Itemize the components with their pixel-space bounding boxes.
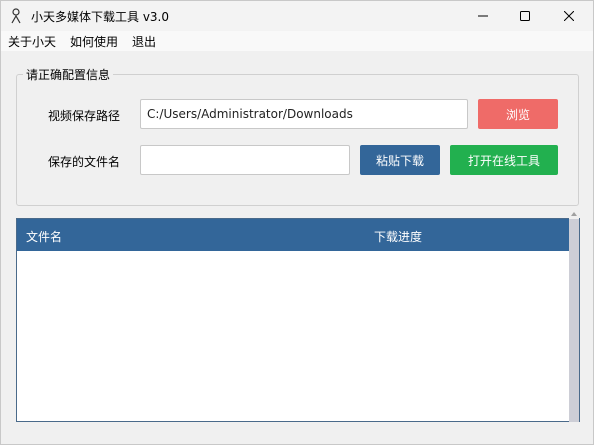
app-window: 小天多媒体下载工具 v3.0 关于小天 如何使用 退出 请正确配置信息 视频保存… xyxy=(0,0,594,445)
table-header: 文件名 下载进度 xyxy=(17,219,579,251)
menu-item-exit[interactable]: 退出 xyxy=(132,33,156,50)
table-scrollbar[interactable] xyxy=(569,210,579,422)
menu-item-howto[interactable]: 如何使用 xyxy=(70,33,118,50)
config-legend: 请正确配置信息 xyxy=(23,66,114,83)
browse-button[interactable]: 浏览 xyxy=(478,99,558,129)
menu-bar: 关于小天 如何使用 退出 xyxy=(1,31,593,51)
minimize-button[interactable] xyxy=(461,1,505,31)
close-icon xyxy=(564,11,574,21)
maximize-icon xyxy=(520,11,530,21)
person-icon xyxy=(11,8,21,24)
close-button[interactable] xyxy=(547,1,591,31)
window-title: 小天多媒体下载工具 v3.0 xyxy=(31,10,170,24)
minimize-icon xyxy=(478,15,488,17)
config-groupbox xyxy=(16,74,579,206)
open-online-tool-button[interactable]: 打开在线工具 xyxy=(450,145,558,175)
chevron-up-icon xyxy=(571,212,577,216)
column-filename[interactable]: 文件名 xyxy=(26,228,62,245)
save-path-label: 视频保存路径 xyxy=(48,109,121,123)
scroll-up-button[interactable] xyxy=(569,210,579,218)
file-name-label: 保存的文件名 xyxy=(48,155,121,169)
paste-download-button[interactable]: 粘贴下载 xyxy=(360,145,440,175)
scrollbar-track[interactable] xyxy=(569,219,579,422)
title-bar[interactable]: 小天多媒体下载工具 v3.0 xyxy=(1,1,593,31)
menu-item-about[interactable]: 关于小天 xyxy=(8,33,56,50)
download-table[interactable]: 文件名 下载进度 xyxy=(16,218,580,422)
file-name-input[interactable] xyxy=(140,145,350,175)
save-path-input[interactable] xyxy=(140,99,468,129)
column-progress[interactable]: 下载进度 xyxy=(374,228,422,245)
maximize-button[interactable] xyxy=(503,1,547,31)
